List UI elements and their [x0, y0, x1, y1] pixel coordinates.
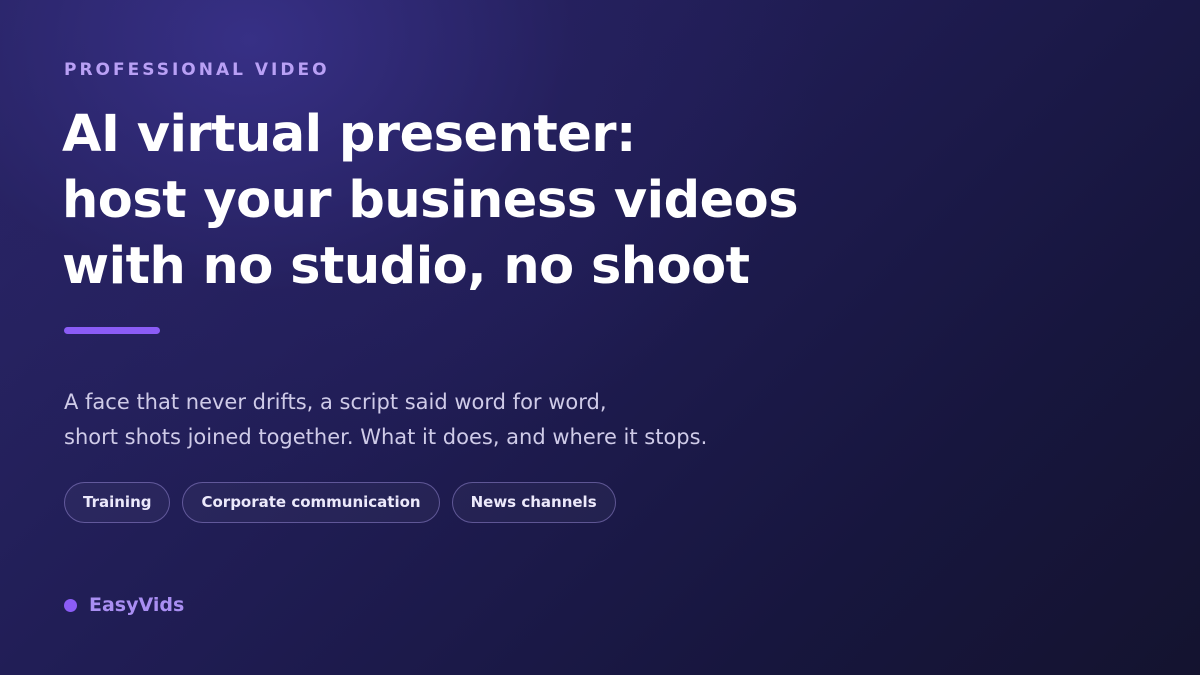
page-title-line-2: host your business videos [62, 171, 799, 230]
tag-news-channels[interactable]: News channels [451, 482, 616, 523]
brand-name: EasyVids [89, 594, 185, 616]
tag-training[interactable]: Training [64, 482, 171, 523]
brand-dot-icon [64, 598, 77, 612]
tag-corporate-communication[interactable]: Corporate communication [182, 482, 440, 523]
tag-list: Training Corporate communication News ch… [64, 482, 616, 523]
eyebrow-label: PROFESSIONAL VIDEO [64, 60, 330, 80]
accent-divider [64, 327, 160, 334]
brand-logo: EasyVids [64, 594, 184, 616]
subtitle-line-2: short shots joined together. What it doe… [64, 425, 708, 449]
subtitle: A face that never drifts, a script said … [64, 385, 707, 455]
hero-banner: PROFESSIONAL VIDEO AI virtual presenter:… [0, 0, 1200, 675]
page-title: AI virtual presenter: host your business… [62, 102, 799, 300]
page-title-line-1: AI virtual presenter: [62, 105, 636, 164]
subtitle-line-1: A face that never drifts, a script said … [64, 390, 607, 414]
page-title-line-3: with no studio, no shoot [62, 237, 750, 296]
